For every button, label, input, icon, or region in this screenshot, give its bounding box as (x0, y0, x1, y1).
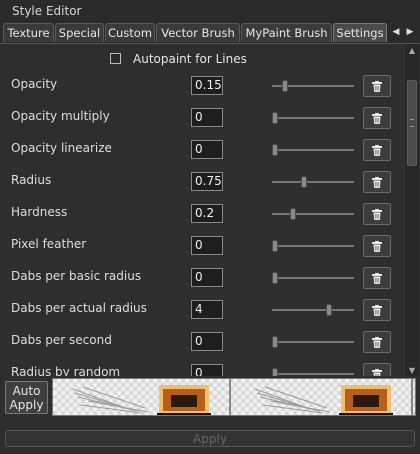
param-slider-track[interactable] (272, 181, 354, 183)
param-slider-track[interactable] (272, 373, 354, 375)
title-bar: Style Editor (0, 0, 420, 23)
tab-settings[interactable]: Settings (333, 23, 387, 42)
param-label: Hardness (11, 205, 68, 219)
param-slider-handle[interactable] (272, 112, 278, 124)
trash-icon (372, 272, 382, 284)
param-row: Radius 0.75 (0, 167, 404, 197)
param-slider-handle[interactable] (300, 176, 307, 188)
param-slider-handle[interactable] (326, 304, 333, 316)
trash-icon (372, 304, 382, 316)
param-slider-handle[interactable] (272, 240, 278, 252)
settings-panel: Autopaint for Lines Opacity 0.15 Opacity m… (0, 44, 404, 376)
trash-icon (372, 368, 382, 376)
tab-bar: Texture Special Custom Vector Brush MyPa… (0, 22, 420, 44)
param-slider-track[interactable] (272, 277, 354, 279)
param-slider-track[interactable] (272, 213, 354, 215)
chevron-right-icon[interactable]: ▶ (404, 23, 416, 41)
trash-icon (372, 336, 382, 348)
trash-icon (372, 80, 382, 92)
tab-custom[interactable]: Custom (105, 23, 155, 42)
param-row: Radius by random 0 (0, 359, 404, 376)
param-row: Opacity multiply 0 (0, 103, 404, 133)
reset-button[interactable] (363, 107, 391, 129)
param-row: Hardness 0.2 (0, 199, 404, 229)
param-slider-track[interactable] (272, 309, 354, 311)
auto-apply-button[interactable]: Auto Apply (5, 381, 48, 414)
reset-button[interactable] (363, 331, 391, 353)
tab-mypaint-brush[interactable]: MyPaint Brush (241, 23, 332, 42)
param-slider-track[interactable] (272, 245, 354, 247)
apply-button[interactable]: Apply (5, 430, 415, 447)
param-label: Radius by random (11, 365, 121, 376)
reset-button[interactable] (363, 203, 391, 225)
param-slider-track[interactable] (272, 149, 354, 151)
reset-button[interactable] (363, 363, 391, 376)
param-slider-track[interactable] (272, 341, 354, 343)
trash-icon (372, 144, 382, 156)
param-value-field[interactable]: 4 (191, 300, 223, 319)
tab-vector-brush[interactable]: Vector Brush (156, 23, 240, 42)
trash-icon (372, 112, 382, 124)
reset-button[interactable] (363, 299, 391, 321)
param-label: Dabs per second (11, 333, 112, 347)
param-slider-handle[interactable] (290, 208, 297, 220)
param-value-field[interactable]: 0 (191, 332, 223, 351)
trash-icon (372, 208, 382, 220)
trash-icon (372, 176, 382, 188)
param-row: Pixel feather 0 (0, 231, 404, 261)
param-row: Dabs per actual radius 4 (0, 295, 404, 325)
param-value-field[interactable]: 0 (191, 140, 223, 159)
autopaint-checkbox[interactable] (110, 53, 121, 64)
trash-icon (372, 240, 382, 252)
param-value-field[interactable]: 0 (191, 364, 223, 376)
param-slider-track[interactable] (272, 117, 354, 119)
autopaint-row: Autopaint for Lines (0, 50, 404, 68)
window-title: Style Editor (12, 4, 82, 18)
param-value-field[interactable]: 0 (191, 268, 223, 287)
param-slider-handle[interactable] (272, 272, 278, 284)
param-label: Dabs per actual radius (11, 301, 147, 315)
chevron-left-icon[interactable]: ◀ (390, 23, 402, 41)
param-value-field[interactable]: 0 (191, 236, 223, 255)
param-row: Opacity 0.15 (0, 71, 404, 101)
param-row: Dabs per basic radius 0 (0, 263, 404, 293)
param-label: Dabs per basic radius (11, 269, 142, 283)
reset-button[interactable] (363, 267, 391, 289)
autopaint-label: Autopaint for Lines (133, 52, 247, 66)
param-value-field[interactable]: 0.75 (191, 172, 223, 191)
param-value-field[interactable]: 0.2 (191, 204, 223, 223)
scroll-down-icon[interactable]: ▼ (405, 364, 419, 376)
reset-button[interactable] (363, 139, 391, 161)
param-row: Opacity linearize 0 (0, 135, 404, 165)
tab-texture[interactable]: Texture (3, 23, 54, 42)
brush-preview (52, 378, 416, 416)
param-label: Opacity (11, 77, 58, 91)
preview-image (53, 379, 415, 415)
scroll-up-icon[interactable]: ▲ (405, 44, 419, 56)
tab-special[interactable]: Special (55, 23, 104, 42)
bottom-bar: Auto Apply Apply (0, 377, 420, 454)
param-slider-handle[interactable] (272, 368, 278, 376)
vertical-scrollbar[interactable]: ▲ ▼ (405, 44, 419, 376)
reset-button[interactable] (363, 171, 391, 193)
param-row: Dabs per second 0 (0, 327, 404, 357)
reset-button[interactable] (363, 75, 391, 97)
param-label: Radius (11, 173, 52, 187)
param-slider-handle[interactable] (272, 336, 278, 348)
param-label: Opacity linearize (11, 141, 112, 155)
scroll-thumb[interactable] (407, 80, 417, 166)
param-value-field[interactable]: 0.15 (191, 76, 223, 95)
param-label: Opacity multiply (11, 109, 110, 123)
param-slider-handle[interactable] (281, 80, 288, 92)
param-label: Pixel feather (11, 237, 87, 251)
param-slider-handle[interactable] (272, 144, 278, 156)
param-value-field[interactable]: 0 (191, 108, 223, 127)
reset-button[interactable] (363, 235, 391, 257)
